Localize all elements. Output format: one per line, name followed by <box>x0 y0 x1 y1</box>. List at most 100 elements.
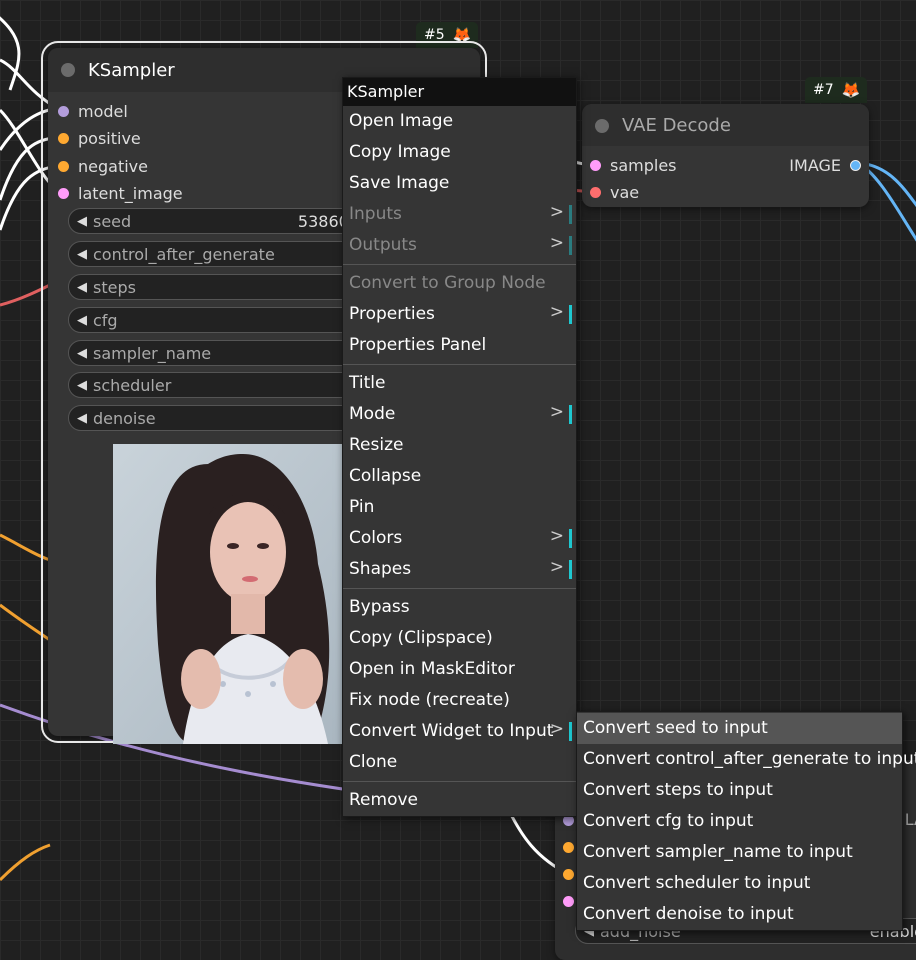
decrement-arrow-icon[interactable]: ◀ <box>77 280 87 295</box>
chevron-right-icon: > <box>549 302 564 322</box>
widget-cfg[interactable]: ◀ cfg <box>68 307 368 333</box>
output-slot-image[interactable]: IMAGE <box>789 156 861 175</box>
widget-label: control_after_generate <box>93 244 275 264</box>
input-slot-positive[interactable]: positive <box>58 129 141 148</box>
submenu-item-convert-scheduler[interactable]: Convert scheduler to input <box>577 868 902 899</box>
fox-icon: 🦊 <box>452 26 472 44</box>
decrement-arrow-icon[interactable]: ◀ <box>77 378 87 393</box>
wire-orange-3 <box>0 843 51 882</box>
menu-item-resize[interactable]: Resize <box>343 430 576 461</box>
wire-orange-1 <box>0 533 51 562</box>
wire-model <box>0 16 21 91</box>
node-title: KSampler <box>88 59 175 81</box>
menu-separator <box>343 588 576 589</box>
submenu-item-convert-cfg[interactable]: Convert cfg to input <box>577 806 902 837</box>
decrement-arrow-icon[interactable]: ◀ <box>77 411 87 426</box>
chevron-right-icon: > <box>549 719 564 739</box>
decrement-arrow-icon[interactable]: ◀ <box>77 247 87 262</box>
samples-pin-icon[interactable] <box>590 160 601 171</box>
node-id: #7 <box>813 82 834 98</box>
vae-decode-badge: #7 🦊 <box>805 77 867 103</box>
menu-item-save-image[interactable]: Save Image <box>343 168 576 199</box>
widget-label: steps <box>93 277 136 297</box>
menu-separator <box>343 364 576 365</box>
widget-label: sampler_name <box>93 343 212 363</box>
output-label: LA <box>904 810 916 829</box>
menu-item-inputs[interactable]: Inputs > <box>343 199 576 230</box>
widget-sampler-name[interactable]: ◀ sampler_name <box>68 340 368 366</box>
image-pin-icon[interactable] <box>850 160 861 171</box>
slot-label: negative <box>78 157 148 176</box>
submenu-item-convert-sampler-name[interactable]: Convert sampler_name to input <box>577 837 902 868</box>
widget-steps[interactable]: ◀ steps <box>68 274 368 300</box>
submenu-item-convert-control-after-generate[interactable]: Convert control_after_generate to input <box>577 744 916 775</box>
input-slot-model[interactable]: model <box>58 102 128 121</box>
submenu-item-convert-seed[interactable]: Convert seed to input <box>577 713 902 744</box>
negative-pin-icon[interactable] <box>58 161 69 172</box>
input-slot-vae[interactable]: vae <box>590 183 639 202</box>
submenu-item-convert-steps[interactable]: Convert steps to input <box>577 775 902 806</box>
menu-item-convert-widget-to-input[interactable]: Convert Widget to Input > <box>343 716 576 747</box>
context-menu-header: KSampler <box>343 78 576 106</box>
positive-pin-icon[interactable] <box>58 133 69 144</box>
widget-control-after-generate[interactable]: ◀ control_after_generate ra <box>68 241 368 267</box>
node-title: VAE Decode <box>622 114 731 136</box>
decrement-arrow-icon[interactable]: ◀ <box>77 214 87 229</box>
decrement-arrow-icon[interactable]: ◀ <box>77 313 87 328</box>
menu-item-convert-to-group-node[interactable]: Convert to Group Node <box>343 268 576 299</box>
submenu-item-convert-denoise[interactable]: Convert denoise to input <box>577 899 902 930</box>
menu-item-shapes[interactable]: Shapes > <box>343 554 576 585</box>
node-id: #5 <box>424 27 445 43</box>
widget-seed[interactable]: ◀ seed 538604 <box>68 208 368 234</box>
decrement-arrow-icon[interactable]: ◀ <box>77 346 87 361</box>
input-slot-negative[interactable]: negative <box>58 157 148 176</box>
vae-decode-node[interactable]: VAE Decode samples vae IMAGE <box>582 104 869 207</box>
widget-label: cfg <box>93 310 118 330</box>
latent-pin-icon[interactable] <box>58 188 69 199</box>
menu-item-bypass[interactable]: Bypass <box>343 592 576 623</box>
menu-item-collapse[interactable]: Collapse <box>343 461 576 492</box>
widget-scheduler[interactable]: ◀ scheduler <box>68 372 368 398</box>
menu-item-pin[interactable]: Pin <box>343 492 576 523</box>
menu-item-outputs[interactable]: Outputs > <box>343 230 576 261</box>
model-pin-icon[interactable] <box>58 106 69 117</box>
menu-item-open-image[interactable]: Open Image <box>343 106 576 137</box>
widget-denoise[interactable]: ◀ denoise <box>68 405 368 431</box>
menu-item-properties[interactable]: Properties > <box>343 299 576 330</box>
chevron-right-icon: > <box>549 557 564 577</box>
menu-item-copy-image[interactable]: Copy Image <box>343 137 576 168</box>
menu-item-clone[interactable]: Clone <box>343 747 576 778</box>
latent-pin-icon[interactable] <box>563 896 574 907</box>
menu-item-remove[interactable]: Remove <box>343 785 576 816</box>
slot-label: samples <box>610 156 677 175</box>
menu-item-colors[interactable]: Colors > <box>343 523 576 554</box>
chevron-right-icon: > <box>549 233 564 253</box>
positive-pin-icon[interactable] <box>563 842 574 853</box>
negative-pin-icon[interactable] <box>563 869 574 880</box>
collapse-dot-icon[interactable] <box>61 63 75 77</box>
convert-widget-submenu[interactable]: Convert seed to input Convert control_af… <box>576 711 916 931</box>
slot-label: model <box>78 102 128 121</box>
input-slot-samples[interactable]: samples <box>590 156 677 175</box>
node-context-menu[interactable]: KSampler Open Image Copy Image Save Imag… <box>342 77 577 817</box>
fox-icon: 🦊 <box>841 81 861 99</box>
menu-separator <box>343 264 576 265</box>
menu-item-mode[interactable]: Mode > <box>343 399 576 430</box>
menu-item-title[interactable]: Title <box>343 368 576 399</box>
chevron-right-icon: > <box>549 402 564 422</box>
collapse-dot-icon[interactable] <box>595 119 609 133</box>
menu-item-properties-panel[interactable]: Properties Panel <box>343 330 576 361</box>
menu-item-open-in-maskeditor[interactable]: Open in MaskEditor <box>343 654 576 685</box>
vae-pin-icon[interactable] <box>590 187 601 198</box>
widget-label: denoise <box>93 408 156 428</box>
preview-image[interactable] <box>113 444 353 744</box>
menu-item-copy-clipspace[interactable]: Copy (Clipspace) <box>343 623 576 654</box>
menu-separator <box>343 781 576 782</box>
wire-orange-2 <box>0 603 51 642</box>
menu-item-fix-node[interactable]: Fix node (recreate) <box>343 685 576 716</box>
ksampler-badge: #5 🦊 <box>416 22 478 48</box>
input-slot-latent[interactable]: latent_image <box>58 184 183 203</box>
node-title-bar[interactable]: VAE Decode <box>582 104 869 146</box>
widget-label: seed <box>93 211 132 231</box>
slot-label: positive <box>78 129 141 148</box>
